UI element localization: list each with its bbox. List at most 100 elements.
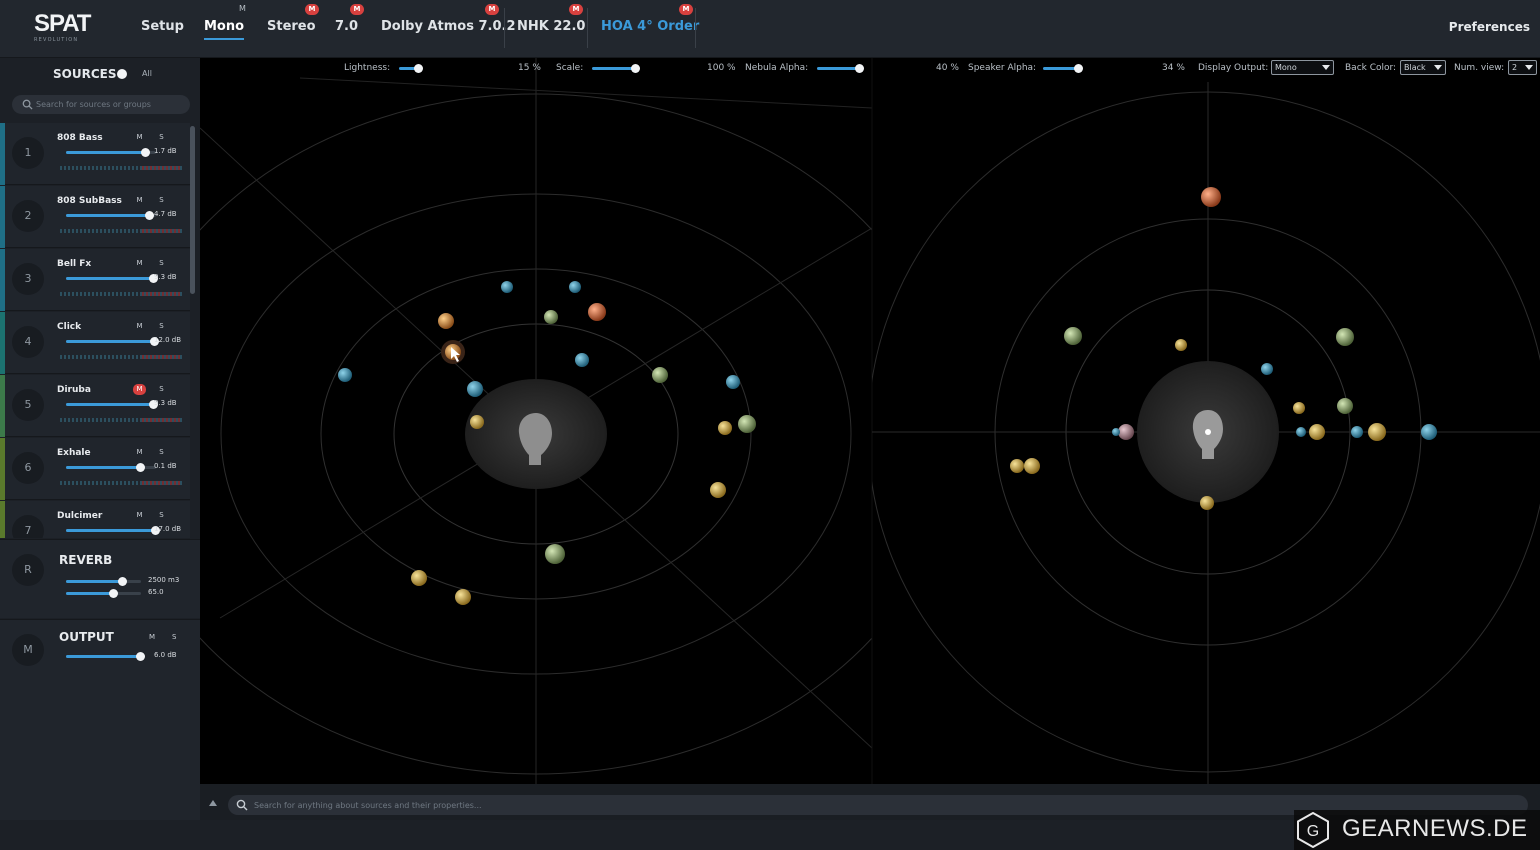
mute-badge-nhk[interactable]: M — [569, 4, 583, 15]
source-orb[interactable] — [652, 367, 668, 383]
source-track[interactable]: 2 808 SubBass M S 4.7 dB — [0, 186, 190, 248]
track-solo-button[interactable]: S — [155, 447, 168, 458]
track-mute-button[interactable]: M — [133, 510, 146, 521]
track-mute-button[interactable]: M — [133, 384, 146, 395]
fader-knob[interactable] — [141, 148, 151, 157]
source-orb[interactable] — [455, 589, 471, 605]
source-track[interactable]: 4 Click M S 12.0 dB — [0, 312, 190, 374]
source-orb[interactable] — [1118, 424, 1134, 440]
source-orb[interactable] — [1175, 339, 1187, 351]
track-solo-button[interactable]: S — [155, 258, 168, 269]
output-gain-fader[interactable] — [66, 652, 146, 661]
source-orb[interactable] — [501, 281, 513, 293]
source-track[interactable]: 7 Dulcimer M S 17.0 dB — [0, 501, 190, 538]
scale-slider[interactable] — [592, 64, 640, 73]
source-orb[interactable] — [1309, 424, 1325, 440]
source-orb[interactable] — [1368, 423, 1386, 441]
track-solo-button[interactable]: S — [155, 384, 168, 395]
source-orb[interactable] — [726, 375, 740, 389]
track-solo-button[interactable]: S — [155, 510, 168, 521]
source-track[interactable]: 5 Diruba M S 9.3 dB — [0, 375, 190, 437]
fader-knob[interactable] — [108, 589, 118, 598]
tab-dolby-atmos[interactable]: Dolby Atmos 7.0.2 — [381, 19, 516, 41]
slider-knob[interactable] — [855, 64, 864, 73]
source-orb[interactable] — [1010, 459, 1024, 473]
tab-mono[interactable]: Mono — [204, 19, 245, 41]
source-orb[interactable] — [470, 415, 484, 429]
track-mute-button[interactable]: M — [133, 447, 146, 458]
track-solo-button[interactable]: S — [155, 195, 168, 206]
track-mute-button[interactable]: M — [133, 195, 146, 206]
track-gain-fader[interactable] — [66, 148, 156, 157]
lightness-slider[interactable] — [399, 64, 423, 73]
speaker-alpha-slider[interactable] — [1043, 64, 1083, 73]
left-top-view[interactable] — [200, 58, 956, 784]
track-gain-fader[interactable] — [66, 274, 159, 283]
source-orb[interactable] — [575, 353, 589, 367]
reverb-time-fader[interactable] — [66, 589, 141, 598]
back-color-dropdown[interactable]: Black — [1400, 60, 1446, 75]
source-orb[interactable] — [338, 368, 352, 382]
source-orb[interactable] — [1337, 398, 1353, 414]
source-track[interactable]: 3 Bell Fx M S 9.3 dB — [0, 249, 190, 311]
display-output-dropdown[interactable]: Mono — [1271, 60, 1334, 75]
source-search-input[interactable] — [12, 95, 190, 114]
source-orb[interactable] — [545, 544, 565, 564]
source-orb[interactable] — [569, 281, 581, 293]
fader-knob[interactable] — [118, 577, 128, 586]
source-orb[interactable] — [1024, 458, 1040, 474]
track-gain-fader[interactable] — [66, 463, 156, 472]
reverb-room-fader[interactable] — [66, 577, 141, 586]
source-orb[interactable] — [467, 381, 483, 397]
source-orb[interactable] — [1296, 427, 1306, 437]
spatial-view-area[interactable] — [200, 58, 1540, 784]
source-orb[interactable] — [1336, 328, 1354, 346]
num-view-dropdown[interactable]: 2 — [1508, 60, 1537, 75]
fader-knob[interactable] — [144, 211, 154, 220]
source-orb[interactable] — [1201, 187, 1221, 207]
track-list-scrollbar[interactable] — [190, 126, 195, 294]
source-orb[interactable] — [1351, 426, 1363, 438]
source-orb[interactable] — [1200, 496, 1214, 510]
output-bus[interactable]: M OUTPUT M S 6.0 dB — [0, 619, 200, 820]
track-mute-button[interactable]: M — [133, 258, 146, 269]
reverb-bus[interactable]: R REVERB 2500 m3 65.0 — [0, 539, 200, 618]
source-orb[interactable] — [544, 310, 558, 324]
tab-stereo[interactable]: Stereo — [267, 19, 316, 41]
tab-7-0[interactable]: 7.0 — [335, 19, 358, 41]
right-top-view[interactable] — [868, 82, 1540, 784]
sources-toggle-dot[interactable] — [117, 69, 127, 79]
slider-knob[interactable] — [631, 64, 640, 73]
source-orb[interactable] — [1293, 402, 1305, 414]
source-orb[interactable] — [710, 482, 726, 498]
nebula-alpha-slider[interactable] — [817, 64, 864, 73]
source-orb[interactable] — [1421, 424, 1437, 440]
output-solo-button[interactable]: S — [172, 633, 176, 641]
track-mute-button[interactable]: M — [133, 321, 146, 332]
output-mute-button[interactable]: M — [149, 633, 155, 641]
mute-badge-dolby-atmos[interactable]: M — [485, 4, 499, 15]
source-orb[interactable] — [1064, 327, 1082, 345]
sources-all-filter[interactable]: All — [142, 69, 152, 78]
mute-badge-hoa[interactable]: M — [679, 4, 693, 15]
source-orb[interactable] — [718, 421, 732, 435]
expand-up-icon[interactable] — [209, 800, 217, 806]
track-gain-fader[interactable] — [66, 400, 159, 409]
tab-hoa[interactable]: HOA 4° Order — [601, 19, 699, 41]
source-orb[interactable] — [588, 303, 606, 321]
source-orb[interactable] — [438, 313, 454, 329]
track-mute-button[interactable]: M — [133, 132, 146, 143]
mute-badge-7-0[interactable]: M — [350, 4, 364, 15]
spatial-scene[interactable] — [200, 58, 1540, 784]
tab-nhk[interactable]: NHK 22.0 — [517, 19, 585, 41]
track-gain-fader[interactable] — [66, 526, 161, 535]
source-orb[interactable] — [1261, 363, 1273, 375]
mute-badge-stereo[interactable]: M — [305, 4, 319, 15]
fader-knob[interactable] — [135, 463, 145, 472]
track-solo-button[interactable]: S — [155, 132, 168, 143]
source-orb[interactable] — [411, 570, 427, 586]
source-track[interactable]: 1 808 Bass M S 1.7 dB — [0, 123, 190, 185]
source-orb[interactable] — [738, 415, 756, 433]
slider-knob[interactable] — [1074, 64, 1083, 73]
fader-knob[interactable] — [136, 652, 146, 661]
